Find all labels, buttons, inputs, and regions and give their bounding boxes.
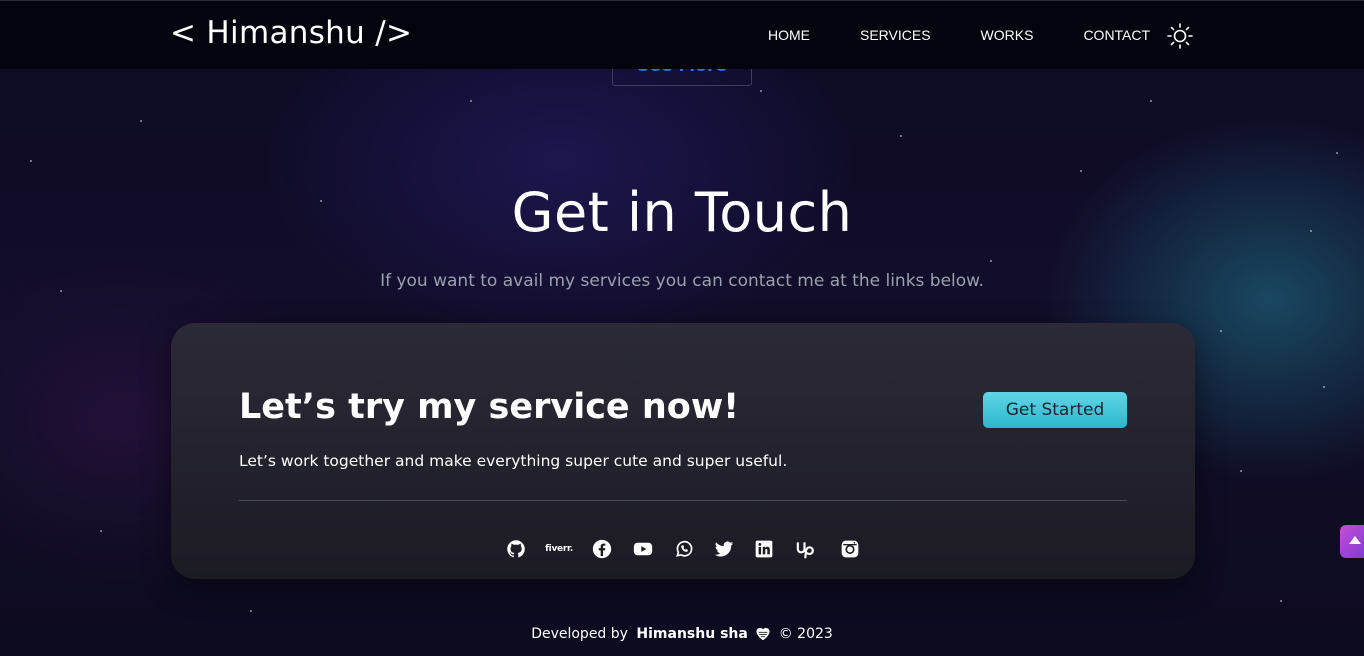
footer: Developed by Himanshu sha © 2023 [0, 625, 1364, 645]
contact-title: Get in Touch [511, 181, 853, 244]
nav-link-works[interactable]: WORKS [981, 27, 1034, 43]
fiverr-label: fiverr. [545, 544, 573, 554]
instagram-icon[interactable] [840, 537, 860, 561]
youtube-icon[interactable] [632, 537, 654, 561]
twitter-icon[interactable] [714, 537, 734, 561]
whatsapp-icon[interactable] [674, 537, 694, 561]
cta-heading: Let’s try my service now! [239, 387, 740, 427]
navbar: < Himanshu /> HOME SERVICES WORKS CONTAC… [0, 0, 1364, 69]
sun-icon[interactable] [1166, 22, 1194, 50]
footer-copyright: © 2023 [778, 626, 833, 642]
arrow-up-icon [1349, 536, 1361, 544]
divider [239, 500, 1127, 501]
get-started-button[interactable]: Get Started [983, 392, 1127, 428]
contact-subtitle: If you want to avail my services you can… [380, 271, 984, 291]
heart-icon [754, 625, 772, 645]
fiverr-icon[interactable]: fiverr. [545, 537, 573, 561]
cta-card: Let’s try my service now! Let’s work tog… [171, 323, 1195, 579]
facebook-icon[interactable] [592, 537, 612, 561]
github-icon[interactable] [506, 537, 526, 561]
footer-prefix: Developed by [531, 626, 628, 642]
nav-link-home[interactable]: HOME [768, 27, 810, 43]
scroll-to-top-button[interactable] [1340, 525, 1364, 558]
nav-link-contact[interactable]: CONTACT [1083, 27, 1150, 43]
nav-link-services[interactable]: SERVICES [860, 27, 931, 43]
site-logo[interactable]: < Himanshu /> [170, 15, 412, 51]
social-links: fiverr. [171, 537, 1195, 561]
nav-links: HOME SERVICES WORKS CONTACT [768, 27, 1200, 43]
linkedin-icon[interactable] [754, 537, 774, 561]
upwork-icon[interactable] [794, 537, 820, 561]
cta-text: Let’s work together and make everything … [239, 452, 788, 470]
footer-author[interactable]: Himanshu sha [636, 626, 747, 642]
